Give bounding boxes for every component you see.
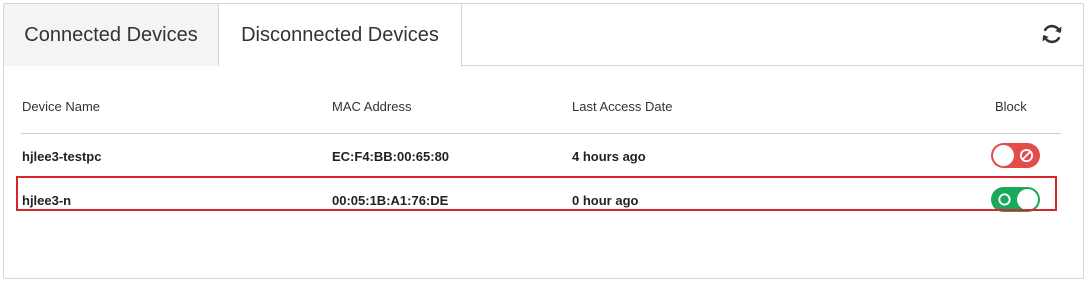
header-mac-address: MAC Address [332,99,412,114]
header-last-access-date: Last Access Date [572,99,673,114]
refresh-icon[interactable] [1039,21,1065,47]
devices-panel: Connected Devices Disconnected Devices D… [3,3,1084,279]
table-row: hjlee3-n 00:05:1B:A1:76:DE 0 hour ago [21,178,1061,222]
devices-table: Device Name MAC Address Last Access Date… [21,66,1061,222]
header-device-name: Device Name [22,99,101,114]
tab-connected-devices[interactable]: Connected Devices [4,4,219,66]
tab-bar: Connected Devices Disconnected Devices [4,4,1083,67]
table-header: Device Name MAC Address Last Access Date… [21,66,1061,134]
device-name-cell: hjlee3-n [22,193,72,208]
toggle-knob [1017,189,1038,210]
block-toggle[interactable] [991,143,1040,168]
header-block: Block [995,99,1027,114]
block-toggle-cell [991,187,1040,212]
block-toggle-cell [991,143,1040,168]
toggle-knob [993,145,1014,166]
mac-address-cell: 00:05:1B:A1:76:DE [332,193,449,208]
table-row: hjlee3-testpc EC:F4:BB:00:65:80 4 hours … [21,134,1061,178]
block-icon [1019,148,1034,163]
last-access-cell: 0 hour ago [572,193,639,208]
circle-icon [998,193,1011,206]
mac-address-cell: EC:F4:BB:00:65:80 [332,149,450,164]
block-toggle[interactable] [991,187,1040,212]
device-name-cell: hjlee3-testpc [22,149,102,164]
last-access-cell: 4 hours ago [572,149,646,164]
tab-disconnected-devices[interactable]: Disconnected Devices [219,4,462,67]
